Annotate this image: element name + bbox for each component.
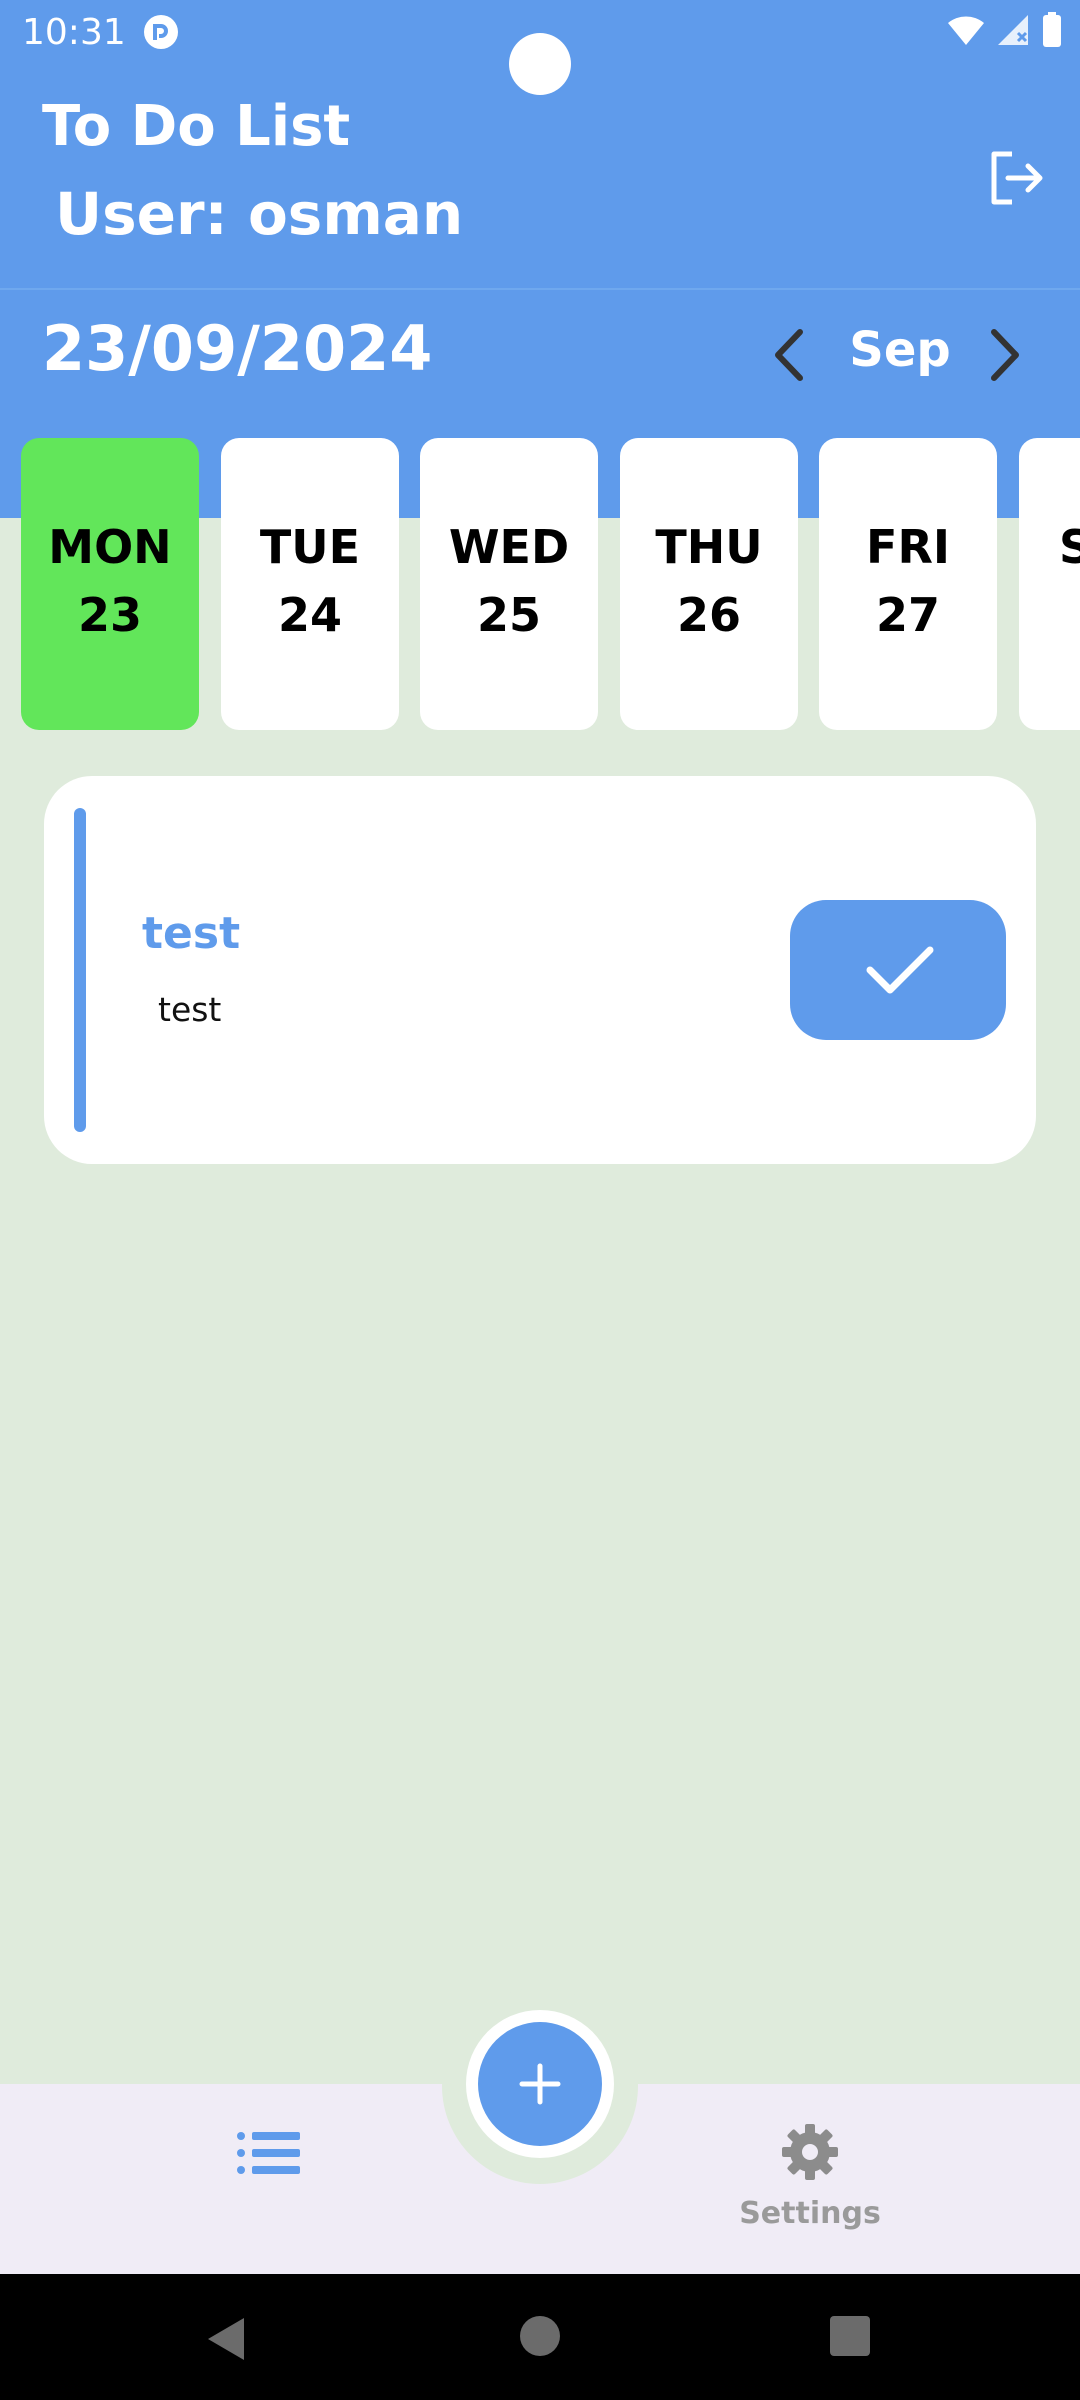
app-title: To Do List [42, 94, 351, 159]
app-notification-icon [144, 15, 178, 49]
day-name: WED [448, 520, 570, 574]
day-card-thu[interactable]: THU 26 [620, 438, 798, 730]
gear-icon[interactable] [780, 2122, 840, 2182]
task-description: test [158, 990, 222, 1029]
recents-icon[interactable] [830, 2316, 870, 2356]
day-number: 23 [77, 588, 142, 642]
status-time: 10:31 [22, 12, 126, 53]
day-card-wed[interactable]: WED 25 [420, 438, 598, 730]
day-name: THU [655, 520, 763, 574]
chevron-left-icon[interactable] [764, 320, 814, 390]
selected-date: 23/09/2024 [42, 312, 433, 385]
day-card-fri[interactable]: FRI 27 [819, 438, 997, 730]
header-divider [0, 288, 1080, 290]
signal-icon [998, 15, 1028, 45]
chevron-right-icon[interactable] [980, 320, 1030, 390]
user-label: User: osman [55, 180, 464, 248]
day-card-sat[interactable]: S [1019, 438, 1080, 730]
check-icon [866, 946, 934, 994]
day-name: TUE [259, 520, 361, 574]
settings-label[interactable]: Settings [700, 2196, 920, 2231]
day-name: FRI [866, 520, 950, 574]
day-number: 26 [676, 588, 741, 642]
day-name: S [1059, 520, 1080, 574]
battery-icon [1043, 12, 1061, 47]
task-title: test [142, 908, 241, 959]
back-icon[interactable] [204, 2314, 248, 2364]
logout-icon[interactable] [984, 146, 1048, 210]
day-number: 24 [277, 588, 342, 642]
plus-icon [519, 2063, 561, 2105]
add-task-button[interactable] [478, 2022, 602, 2146]
day-name: MON [48, 520, 172, 574]
task-accent-bar [74, 808, 86, 1132]
month-label: Sep [849, 322, 951, 378]
wifi-icon [948, 16, 984, 45]
day-number: 25 [476, 588, 541, 642]
status-icons [946, 12, 1062, 48]
camera-cutout [509, 33, 571, 95]
list-icon[interactable] [236, 2128, 302, 2178]
home-icon[interactable] [520, 2316, 560, 2356]
day-card-mon[interactable]: MON 23 [21, 438, 199, 730]
day-card-tue[interactable]: TUE 24 [221, 438, 399, 730]
complete-task-button[interactable] [790, 900, 1006, 1040]
day-number: 27 [875, 588, 940, 642]
task-card[interactable]: test test [44, 776, 1036, 1164]
